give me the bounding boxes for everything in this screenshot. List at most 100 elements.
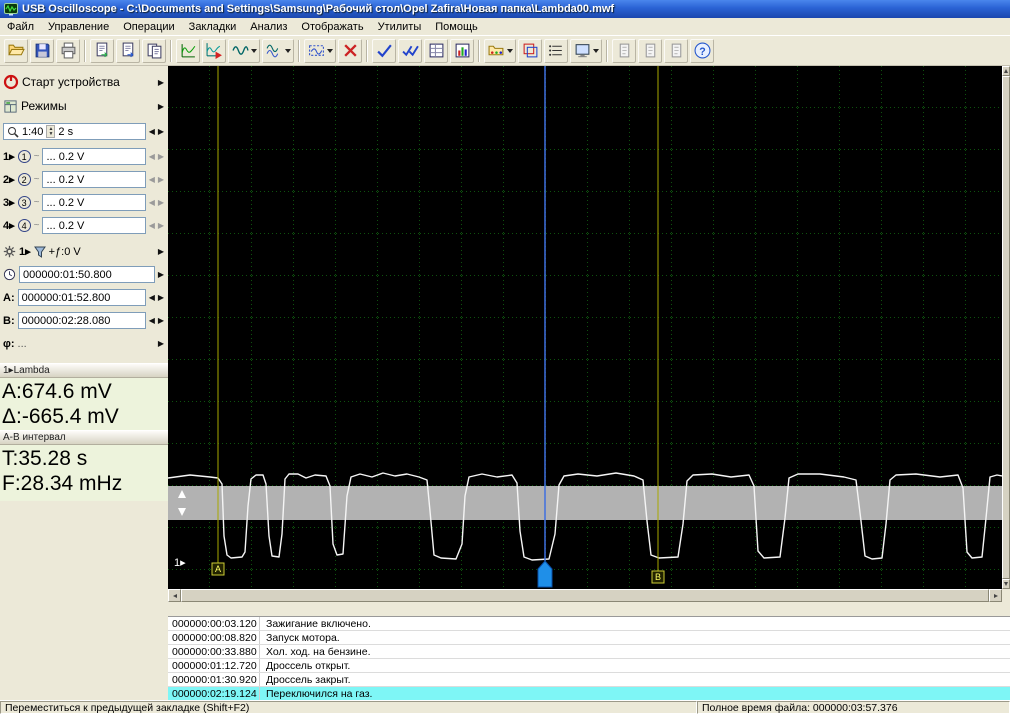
modes-button[interactable]: Режимы ▶ — [0, 94, 168, 118]
event-row-selected[interactable]: 000000:02:19.124 Переключился на газ. — [168, 687, 1010, 701]
spin-down-icon[interactable]: ▼ — [48, 131, 53, 137]
scroll-left-button[interactable] — [168, 589, 181, 602]
floppy-icon — [35, 43, 49, 58]
channel-4-range-field[interactable]: ... 0.2 V — [42, 217, 146, 234]
cursor-a-nav-arrows[interactable]: ◀ ▶ — [149, 293, 165, 302]
channel-2-row[interactable]: 2▸ 2 ~ ... 0.2 V ◀ ▶ — [0, 168, 168, 191]
signal-list-button[interactable] — [544, 38, 568, 63]
bookmark-event-list[interactable]: 000000:00:03.120 Зажигание включено. 000… — [168, 616, 1010, 701]
lambda-panel-header[interactable]: 1▸Lambda — [0, 363, 168, 378]
copy-frames-button[interactable] — [142, 38, 166, 63]
compare-signals-button[interactable] — [518, 38, 542, 63]
event-row[interactable]: 000000:00:03.120 Зажигание включено. — [168, 617, 1010, 631]
zoom-field[interactable]: 1:40 ▲ ▼ 2 s — [3, 123, 146, 140]
probe-icon: ~ — [33, 174, 40, 185]
cursor-a-flag[interactable]: A — [211, 562, 225, 576]
scope-view-button[interactable] — [176, 38, 200, 63]
cursor-b-value: 000000:02:28.080 — [21, 314, 111, 327]
grid-icon — [429, 43, 443, 58]
channel-1-range-field[interactable]: ... 0.2 V — [42, 148, 146, 165]
bookmarks-folder-button[interactable] — [484, 38, 516, 63]
menu-item-utilities[interactable]: Утилиты — [371, 19, 429, 35]
channel-4-nav-arrows[interactable]: ◀ ▶ — [149, 221, 165, 230]
verify-one-button[interactable] — [372, 38, 396, 63]
channel-1-prefix: 1▸ — [3, 151, 15, 163]
print-button[interactable] — [56, 38, 80, 63]
menu-item-help[interactable]: Помощь — [428, 19, 485, 35]
channel-1-row[interactable]: 1▸ 1 ~ ... 0.2 V ◀ ▶ — [0, 145, 168, 168]
event-row[interactable]: 000000:00:33.880 Хол. ход. на бензине. — [168, 645, 1010, 659]
cursor-b-flag-label: B — [655, 572, 661, 582]
delete-marks-button[interactable] — [338, 38, 362, 63]
copy-data-button[interactable] — [116, 38, 140, 63]
vertical-scroll-track[interactable] — [1002, 76, 1010, 579]
save-file-button[interactable] — [30, 38, 54, 63]
signal-mode-button[interactable] — [228, 38, 260, 63]
help-button[interactable]: ? — [690, 38, 714, 63]
verify-two-button[interactable] — [398, 38, 422, 63]
cursor-b-nav-arrows[interactable]: ◀ ▶ — [149, 316, 165, 325]
toolbar-separator — [84, 39, 86, 62]
cursor-a-label: A: — [3, 291, 15, 304]
time-div-spinner[interactable]: ▲ ▼ — [46, 125, 56, 138]
scope-horizontal-scrollbar[interactable] — [168, 589, 1010, 602]
arrow-right-icon: ▶ — [157, 127, 164, 136]
status-hint: Переместиться к предыдущей закладке (Shi… — [0, 701, 697, 714]
event-row[interactable]: 000000:01:12.720 Дроссель открыт. — [168, 659, 1010, 673]
menu-item-analysis[interactable]: Анализ — [243, 19, 294, 35]
event-row[interactable]: 000000:01:30.920 Дроссель закрыт. — [168, 673, 1010, 687]
page-copy-3-button[interactable] — [664, 38, 688, 63]
event-time: 000000:01:30.920 — [168, 673, 260, 686]
cursor-b-flag[interactable]: B — [651, 570, 665, 584]
toolbar-separator — [170, 39, 172, 62]
channel-3-range-field[interactable]: ... 0.2 V — [42, 194, 146, 211]
scope-vertical-scrollbar[interactable] — [1002, 66, 1010, 589]
channel-4-row[interactable]: 4▸ 4 ~ ... 0.2 V ◀ ▶ — [0, 214, 168, 237]
cursor-a-field[interactable]: 000000:01:52.800 — [17, 289, 146, 306]
zoom-select-button[interactable] — [304, 38, 336, 63]
current-time-field[interactable]: 000000:01:50.800 — [19, 266, 155, 283]
marks-grid-button[interactable] — [424, 38, 448, 63]
cursor-b-field[interactable]: 000000:02:28.080 — [17, 312, 146, 329]
scroll-up-button[interactable] — [1002, 66, 1010, 76]
phase-row[interactable]: φ: ... ▶ — [0, 332, 168, 355]
check-icon — [376, 44, 392, 58]
cursor-b-row[interactable]: B: 000000:02:28.080 ◀ ▶ — [0, 309, 168, 332]
menu-item-file[interactable]: Файл — [0, 19, 41, 35]
export-view-button[interactable] — [570, 38, 602, 63]
trigger-row[interactable]: 1▸ +ƒ:0 V ▶ — [0, 240, 168, 263]
oscilloscope-display[interactable]: A B 1▸ — [167, 66, 1003, 589]
scroll-down-button[interactable] — [1002, 579, 1010, 589]
event-text: Дроссель закрыт. — [266, 673, 351, 686]
zoom-nav-arrows[interactable]: ◀ ▶ — [149, 127, 165, 136]
channel-2-nav-arrows[interactable]: ◀ ▶ — [149, 175, 165, 184]
math-mode-button[interactable] — [262, 38, 294, 63]
interval-panel-header[interactable]: A-B интервал — [0, 430, 168, 445]
cursor-a-row[interactable]: A: 000000:01:52.800 ◀ ▶ — [0, 286, 168, 309]
double-check-icon — [401, 45, 419, 57]
horizontal-scroll-thumb[interactable] — [181, 589, 989, 602]
current-time-row[interactable]: 000000:01:50.800 ▶ — [0, 263, 168, 286]
copy-image-button[interactable] — [90, 38, 114, 63]
page-copy-1-button[interactable] — [612, 38, 636, 63]
event-row[interactable]: 000000:00:08.820 Запуск мотора. — [168, 631, 1010, 645]
channel-3-row[interactable]: 3▸ 3 ~ ... 0.2 V ◀ ▶ — [0, 191, 168, 214]
scroll-right-button[interactable] — [989, 589, 1002, 602]
channel-2-range-field[interactable]: ... 0.2 V — [42, 171, 146, 188]
title-bar[interactable]: USB Oscilloscope - C:\Documents and Sett… — [0, 0, 1010, 18]
vertical-scroll-thumb[interactable] — [1002, 76, 1010, 579]
channel-3-nav-arrows[interactable]: ◀ ▶ — [149, 198, 165, 207]
arrow-left-icon: ◀ — [148, 221, 155, 230]
arrow-right-icon: ▶ — [157, 293, 164, 302]
scope-run-button[interactable] — [202, 38, 226, 63]
channel-1-nav-arrows[interactable]: ◀ ▶ — [149, 152, 165, 161]
menu-item-bookmarks[interactable]: Закладки — [182, 19, 244, 35]
menu-item-display[interactable]: Отображать — [294, 19, 370, 35]
menu-item-operations[interactable]: Операции — [116, 19, 181, 35]
page-copy-2-button[interactable] — [638, 38, 662, 63]
toolbar: ? — [0, 36, 1010, 66]
open-file-button[interactable] — [4, 38, 28, 63]
menu-item-control[interactable]: Управление — [41, 19, 116, 35]
start-device-button[interactable]: Старт устройства ▶ — [0, 70, 168, 94]
marks-chart-button[interactable] — [450, 38, 474, 63]
